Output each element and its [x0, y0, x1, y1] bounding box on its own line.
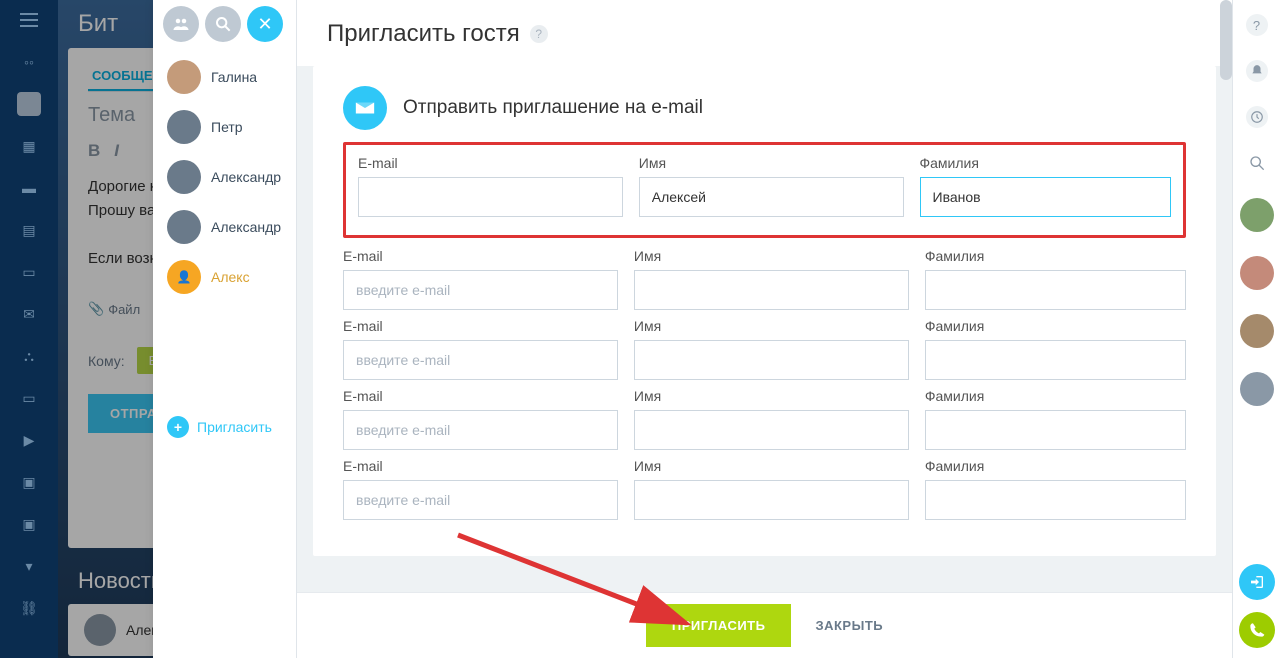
right-sidebar: ?: [1232, 0, 1280, 658]
timeline-icon[interactable]: [1246, 106, 1268, 128]
close-button[interactable]: ЗАКРЫТЬ: [815, 618, 883, 633]
name-field[interactable]: [634, 270, 909, 310]
mail-globe-icon: [343, 86, 387, 130]
invite-modal-title: Пригласить гостя ?: [297, 0, 1232, 66]
contact-name: Александр: [211, 219, 281, 235]
invite-chip[interactable]: + Пригласить: [167, 416, 272, 438]
contact-name: Галина: [211, 69, 257, 85]
label-email: E-mail: [343, 458, 618, 474]
invite-row: E-mail Имя Фамилия: [343, 318, 1186, 380]
logout-icon[interactable]: [1239, 564, 1275, 600]
nav-item-chat[interactable]: ▬: [17, 176, 41, 200]
invite-row: E-mail Имя Фамилия: [343, 388, 1186, 450]
label-surname: Фамилия: [925, 458, 1186, 474]
label-name: Имя: [634, 318, 909, 334]
nav-item-drive[interactable]: ▭: [17, 260, 41, 284]
invite-row-highlighted: E-mail Имя Фамилия: [343, 142, 1186, 238]
label-email: E-mail: [358, 155, 623, 171]
name-field[interactable]: [639, 177, 904, 217]
label-email: E-mail: [343, 388, 618, 404]
label-email: E-mail: [343, 248, 618, 264]
label-surname: Фамилия: [920, 155, 1172, 171]
search-icon[interactable]: [1246, 152, 1268, 174]
contact-name: Алекс: [211, 269, 250, 285]
left-nav: ◦◦ ▦ ▬ ▤ ▭ ✉ ⛬ ▭ ▶ ▣ ▣ ▾ ⛓: [0, 0, 58, 658]
help-icon[interactable]: ?: [1246, 14, 1268, 36]
email-field[interactable]: [343, 340, 618, 380]
user-avatar-2[interactable]: [1240, 256, 1274, 290]
avatar: 👤: [167, 260, 201, 294]
user-avatar-1[interactable]: [1240, 198, 1274, 232]
contact-name: Александр: [211, 169, 281, 185]
contacts-close-icon[interactable]: ✕: [247, 6, 283, 42]
contacts-search-icon[interactable]: [205, 6, 241, 42]
surname-field[interactable]: [925, 480, 1186, 520]
invite-row: E-mail Имя Фамилия: [343, 248, 1186, 310]
nav-item-card[interactable]: ▭: [17, 386, 41, 410]
invite-modal-footer: ПРИГЛАСИТЬ ЗАКРЫТЬ: [297, 592, 1232, 658]
label-surname: Фамилия: [925, 388, 1186, 404]
user-avatar-4[interactable]: [1240, 372, 1274, 406]
nav-more-icon[interactable]: ▾: [17, 554, 41, 578]
contact-name: Петр: [211, 119, 243, 135]
user-avatar-3[interactable]: [1240, 314, 1274, 348]
invite-guest-modal: Пригласить гостя ? Отправить приглашение…: [296, 0, 1232, 658]
avatar: [167, 60, 201, 94]
nav-item-docs[interactable]: ▤: [17, 218, 41, 242]
email-field[interactable]: [343, 270, 618, 310]
surname-field[interactable]: [920, 177, 1172, 217]
label-name: Имя: [639, 155, 904, 171]
label-name: Имя: [634, 388, 909, 404]
name-field[interactable]: [634, 410, 909, 450]
invite-row: E-mail Имя Фамилия: [343, 458, 1186, 520]
nav-item-sitemap[interactable]: ⛓: [17, 596, 41, 620]
nav-item-calendar[interactable]: ▦: [17, 134, 41, 158]
label-name: Имя: [634, 458, 909, 474]
surname-field[interactable]: [925, 340, 1186, 380]
nav-item-box[interactable]: ▣: [17, 470, 41, 494]
name-field[interactable]: [634, 480, 909, 520]
call-icon[interactable]: [1239, 612, 1275, 648]
scrollbar-thumb[interactable]: [1220, 0, 1232, 80]
surname-field[interactable]: [925, 410, 1186, 450]
nav-item-tasks[interactable]: [17, 92, 41, 116]
name-field[interactable]: [634, 340, 909, 380]
label-email: E-mail: [343, 318, 618, 334]
plus-icon: +: [167, 416, 189, 438]
nav-item-video[interactable]: ▶: [17, 428, 41, 452]
nav-item-feed[interactable]: ◦◦: [17, 50, 41, 74]
invite-chip-label: Пригласить: [197, 419, 272, 435]
label-surname: Фамилия: [925, 248, 1186, 264]
nav-item-groups[interactable]: ⛬: [17, 344, 41, 368]
invite-section-title: Отправить приглашение на e-mail: [403, 97, 703, 119]
notifications-bell-icon[interactable]: [1246, 60, 1268, 82]
email-field[interactable]: [358, 177, 623, 217]
help-icon[interactable]: ?: [530, 25, 548, 43]
menu-icon[interactable]: [17, 8, 41, 32]
email-field[interactable]: [343, 480, 618, 520]
avatar: [167, 160, 201, 194]
nav-item-box2[interactable]: ▣: [17, 512, 41, 536]
surname-field[interactable]: [925, 270, 1186, 310]
invite-modal-title-text: Пригласить гостя: [327, 20, 520, 48]
label-surname: Фамилия: [925, 318, 1186, 334]
avatar: [167, 110, 201, 144]
label-name: Имя: [634, 248, 909, 264]
invite-button[interactable]: ПРИГЛАСИТЬ: [646, 604, 792, 647]
nav-item-mail[interactable]: ✉: [17, 302, 41, 326]
invite-card: Отправить приглашение на e-mail E-mail Им…: [313, 66, 1216, 556]
main-background: Бит СООБЩЕНИЕ Тема B I Дорогие коллеги! …: [58, 0, 1232, 658]
avatar: [167, 210, 201, 244]
email-field[interactable]: [343, 410, 618, 450]
contacts-group-icon[interactable]: [163, 6, 199, 42]
